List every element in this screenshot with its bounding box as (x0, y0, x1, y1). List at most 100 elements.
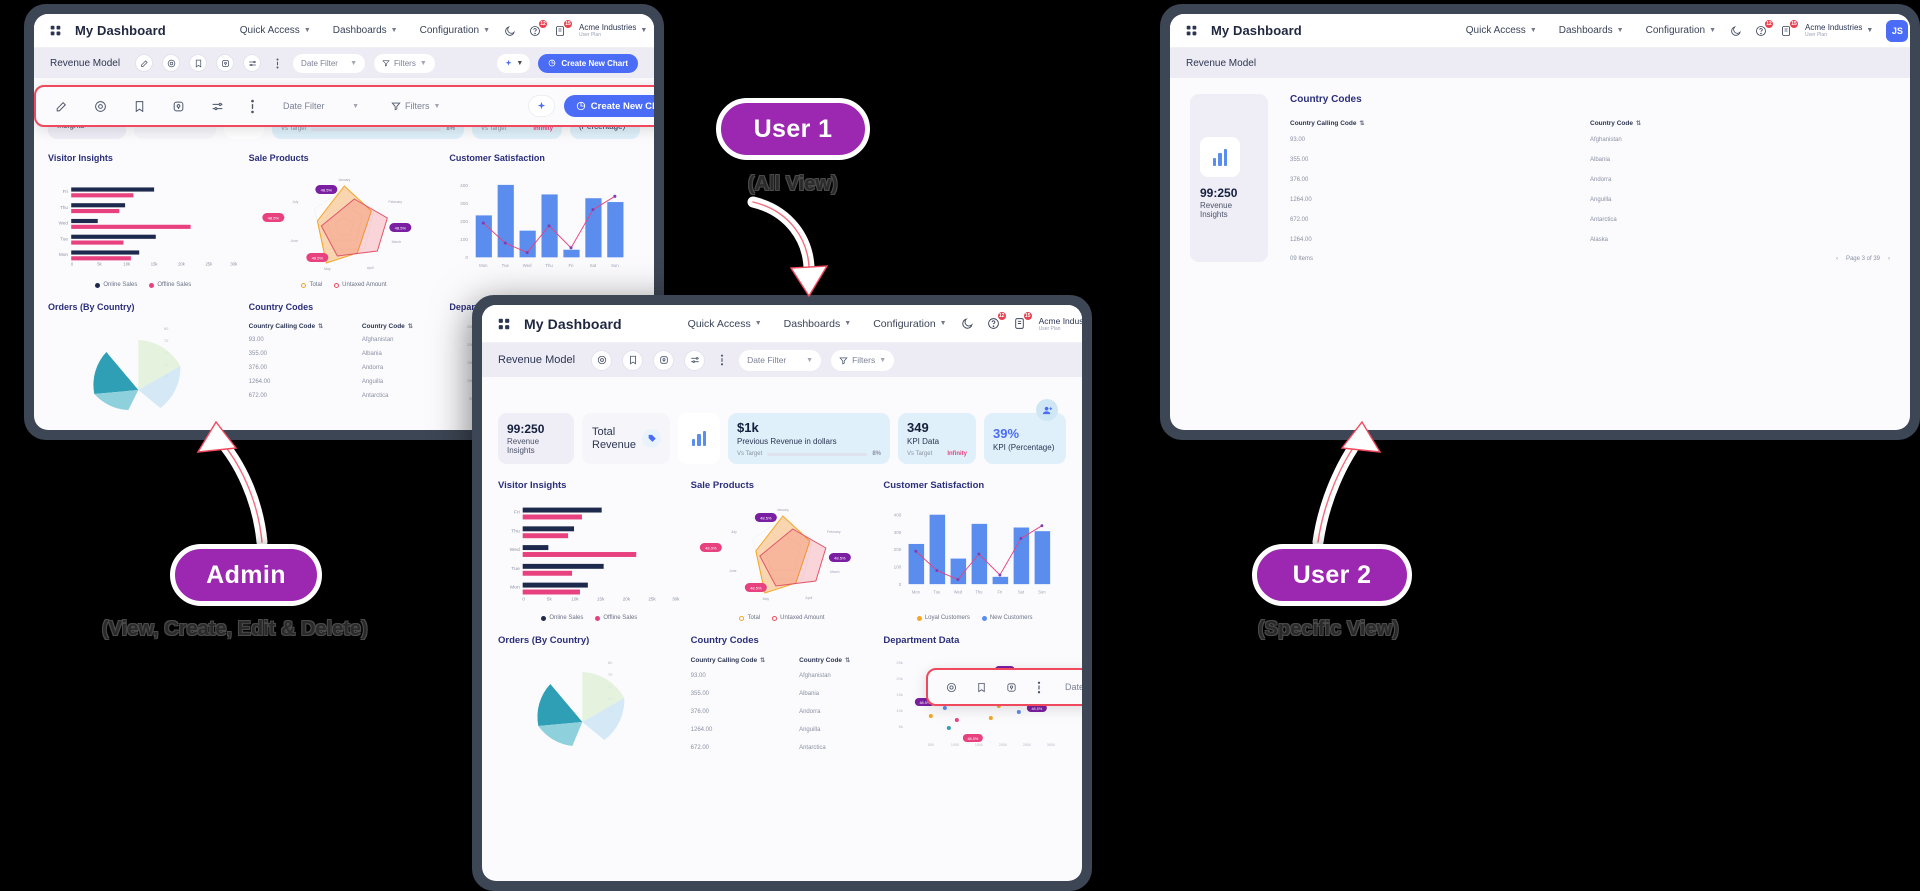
key-lock-icon[interactable] (653, 349, 675, 371)
kpi-label: Total Revenue (592, 425, 637, 451)
nav-dashboards[interactable]: Dashboards ▼ (784, 318, 852, 330)
date-filter-dropdown[interactable]: Date Filter ▼ (293, 53, 366, 73)
kpi-data[interactable]: 349 KPI Data Vs Target Infinity (898, 413, 976, 464)
kpi-label: Revenue Insights (507, 437, 540, 455)
chart-title: Country Codes (248, 302, 314, 312)
chart-icon-card[interactable] (678, 413, 720, 464)
filters-dropdown[interactable]: Filters ▼ (831, 349, 895, 371)
column-header[interactable]: Country Calling Code ⇅ (1290, 117, 1590, 130)
filters-dropdown[interactable]: Filters ▼ (374, 53, 435, 73)
svg-text:1500: 1500 (975, 743, 983, 747)
table-row: 376.00 Andorra (249, 361, 440, 375)
help-circle-icon[interactable]: 12 (987, 312, 1006, 330)
nav-configuration[interactable]: Configuration ▼ (420, 25, 490, 36)
kpi-previous-revenue[interactable]: $1k Previous Revenue in dollars Vs Targe… (728, 413, 890, 464)
date-filter-dropdown[interactable]: Date Filter ▼ (739, 349, 822, 371)
next-page-icon[interactable]: › (1888, 256, 1890, 262)
more-vertical-icon[interactable] (245, 99, 259, 114)
date-filter-dropdown[interactable]: Date Filter ▼ (1057, 678, 1082, 697)
kpi-revenue-insights[interactable]: 99:250 Revenue Insights (498, 413, 574, 464)
cell: 93.00 (248, 337, 264, 343)
cell: Andorra (799, 709, 821, 715)
sparkle-ai-icon[interactable] (527, 95, 555, 117)
column-header[interactable]: Country Code ⇅ (362, 320, 440, 333)
more-vertical-icon[interactable] (1032, 681, 1046, 694)
grid-apps-icon[interactable] (498, 318, 510, 330)
sliders-icon[interactable] (243, 54, 262, 72)
more-vertical-icon[interactable] (715, 354, 729, 366)
nav-configuration[interactable]: Configuration ▼ (873, 318, 946, 330)
chart-legend: Total Untaxed Amount (249, 282, 440, 288)
moon-icon[interactable] (1730, 25, 1742, 37)
svg-text:May: May (762, 597, 769, 601)
nav-quick-access[interactable]: Quick Access ▼ (688, 318, 762, 330)
nav-quick-access[interactable]: Quick Access ▼ (1466, 25, 1537, 36)
nav-label: Quick Access (239, 25, 300, 36)
org-switcher[interactable]: Acme Industries User Plan ▼ (579, 23, 647, 38)
table-row: 376.00 Andorra (691, 703, 874, 721)
bookmark-icon[interactable] (972, 678, 991, 697)
appbar-actions: 12 15 Acme IndustriesUser Plan ▼ JS (1730, 19, 1909, 42)
target-icon[interactable] (591, 349, 613, 371)
help-circle-icon[interactable]: 12 (529, 19, 548, 37)
column-header[interactable]: Country Code ⇅ (799, 654, 873, 667)
page-title: My Dashboard (1211, 23, 1302, 38)
nav-dashboards[interactable]: Dashboards ▼ (333, 25, 398, 36)
grid-apps-icon[interactable] (1186, 25, 1197, 36)
help-circle-icon[interactable]: 12 (1755, 19, 1774, 37)
pagination[interactable]: ‹ Page 3 of 39 › (1836, 256, 1890, 262)
user2-highlight-toolbar[interactable]: Date Filter ▼ Filters ▼ (926, 668, 1082, 706)
kpi-revenue-insights[interactable]: 99:250 Revenue Insights (1190, 94, 1268, 262)
bookmark-icon[interactable] (622, 349, 644, 371)
svg-text:20k: 20k (623, 596, 631, 601)
sort-icon: ⇅ (760, 658, 766, 664)
notes-icon[interactable]: 15 (1780, 19, 1799, 37)
edit-pencil-icon[interactable] (135, 54, 154, 72)
column-header[interactable]: Country Calling Code ⇅ (691, 654, 799, 667)
create-new-chart-button[interactable]: Create New Chart (538, 53, 638, 73)
notes-icon[interactable]: 15 (554, 19, 573, 37)
admin-highlight-toolbar[interactable]: Date Filter ▼ Filters ▼ Create New Chart (34, 85, 654, 127)
column-header[interactable]: Country Code ⇅ (1590, 117, 1890, 130)
sliders-icon[interactable] (206, 95, 229, 118)
chevron-down-icon: ▼ (754, 320, 762, 327)
svg-text:Fri: Fri (569, 263, 574, 268)
nav-configuration[interactable]: Configuration ▼ (1646, 25, 1716, 36)
edit-pencil-icon[interactable] (50, 95, 73, 118)
target-icon[interactable] (942, 678, 961, 697)
prev-page-icon[interactable]: ‹ (1836, 256, 1838, 262)
kpi-total-revenue[interactable]: Total Revenue (582, 413, 670, 464)
column-header[interactable]: Country Calling Code ⇅ (249, 320, 362, 333)
date-filter-dropdown[interactable]: Date Filter ▼ (275, 97, 367, 116)
org-switcher[interactable]: Acme IndustriesUser Plan ▼ (1805, 23, 1873, 38)
table-row: 93.00 Afghanistan (249, 333, 440, 347)
notes-icon[interactable]: 15 (1013, 312, 1032, 330)
cell: 93.00 (1290, 137, 1306, 143)
nav-quick-access[interactable]: Quick Access ▼ (240, 25, 311, 36)
key-lock-icon[interactable] (216, 54, 235, 72)
key-lock-icon[interactable] (167, 95, 190, 118)
create-new-chart-button[interactable]: Create New Chart (563, 95, 654, 117)
kpi-percentage[interactable]: 39% KPI (Percentage) (984, 399, 1066, 464)
moon-icon[interactable] (504, 25, 516, 37)
nav-dashboards[interactable]: Dashboards ▼ (1559, 25, 1624, 36)
org-switcher[interactable]: Acme IndustriesUser Plan ▼ (1039, 316, 1082, 332)
filters-dropdown[interactable]: Filters ▼ (383, 97, 448, 116)
more-vertical-icon[interactable] (270, 58, 284, 69)
nav-label: Dashboards (332, 25, 387, 36)
grid-apps-icon[interactable] (50, 25, 61, 36)
bookmark-icon[interactable] (189, 54, 208, 72)
chevron-down-icon: ▼ (879, 356, 887, 364)
bookmark-icon[interactable] (128, 95, 151, 118)
sparkle-ai-icon[interactable]: ▼ (497, 53, 531, 73)
avatar[interactable]: JS (1886, 19, 1909, 42)
subbar-right: ▼ Create New Chart (497, 53, 638, 73)
target-icon[interactable] (89, 95, 112, 118)
svg-text:25k: 25k (648, 596, 656, 601)
moon-icon[interactable] (961, 317, 974, 330)
target-icon[interactable] (162, 54, 181, 72)
sliders-icon[interactable] (684, 349, 706, 371)
svg-text:5k: 5k (899, 724, 903, 729)
chart-orders-by-country: Orders (By Country) 8070605040 (48, 302, 239, 410)
key-lock-icon[interactable] (1002, 678, 1021, 697)
